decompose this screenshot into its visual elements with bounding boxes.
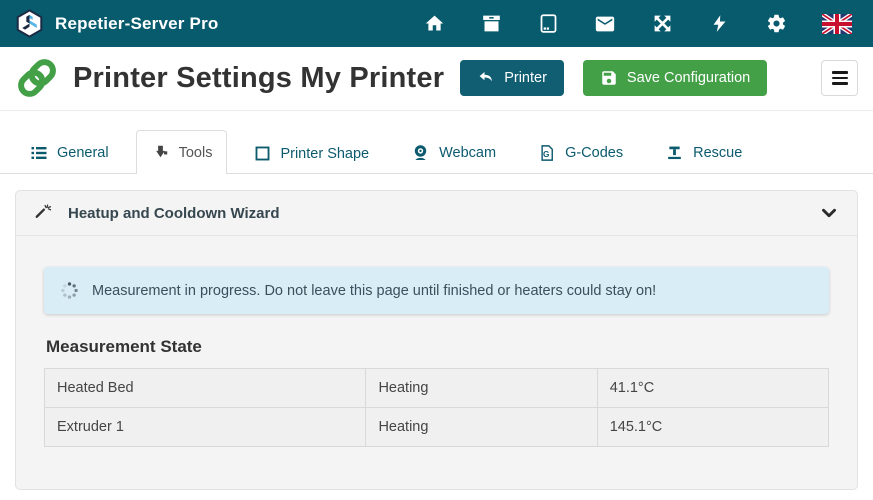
spinner-icon: [59, 280, 80, 301]
rescue-nozzle-icon: [665, 143, 684, 162]
square-outline-icon: [254, 145, 271, 162]
panel-title: Heatup and Cooldown Wizard: [68, 205, 280, 222]
panel-header[interactable]: Heatup and Cooldown Wizard: [16, 191, 857, 236]
state-cell: Heating: [366, 369, 597, 408]
magic-wand-icon: [33, 203, 53, 223]
save-icon: [600, 69, 618, 87]
tab-g-codes-label: G-Codes: [565, 145, 623, 161]
tab-rescue[interactable]: Rescue: [650, 130, 757, 174]
tab-general[interactable]: General: [15, 131, 124, 174]
table-row: Extruder 1 Heating 145.1°C: [45, 408, 829, 447]
measurement-state-heading: Measurement State: [46, 337, 829, 357]
printer-button-label: Printer: [504, 70, 547, 86]
page-header: Printer Settings My Printer Printer Save…: [0, 47, 873, 111]
extruder-icon: [151, 143, 170, 162]
alert-text: Measurement in progress. Do not leave th…: [92, 283, 656, 299]
mail-icon[interactable]: [594, 13, 616, 35]
temperature-cell: 41.1°C: [597, 369, 828, 408]
state-cell: Heating: [366, 408, 597, 447]
device-cell: Heated Bed: [45, 369, 366, 408]
brand-link[interactable]: Repetier-Server Pro: [15, 9, 218, 38]
page-title: Printer Settings My Printer: [73, 62, 444, 95]
measurement-progress-alert: Measurement in progress. Do not leave th…: [44, 267, 829, 314]
tab-tools-label: Tools: [179, 145, 213, 161]
measurement-state-table: Heated Bed Heating 41.1°C Extruder 1 Hea…: [44, 368, 829, 447]
save-configuration-button[interactable]: Save Configuration: [583, 60, 767, 96]
tablet-icon[interactable]: [537, 13, 559, 35]
hamburger-icon: [832, 71, 848, 74]
repetier-logo-icon: [15, 9, 44, 38]
tab-printer-shape[interactable]: Printer Shape: [239, 132, 384, 174]
bolt-icon[interactable]: [708, 13, 730, 35]
back-arrow-icon: [477, 69, 495, 87]
navbar-icon-group: [423, 13, 858, 35]
tab-webcam[interactable]: Webcam: [396, 130, 511, 174]
archive-box-icon[interactable]: [480, 13, 502, 35]
panel-body: Measurement in progress. Do not leave th…: [16, 236, 857, 487]
chevron-down-icon[interactable]: [818, 202, 840, 224]
settings-tab-bar: General Tools Printer Shape Webcam: [0, 111, 873, 174]
tab-printer-shape-label: Printer Shape: [280, 146, 369, 162]
webcam-icon: [411, 143, 430, 162]
tab-tools[interactable]: Tools: [136, 130, 228, 174]
printer-button[interactable]: Printer: [460, 60, 564, 96]
language-flag-icon[interactable]: [822, 13, 852, 35]
list-icon: [30, 144, 48, 162]
device-cell: Extruder 1: [45, 408, 366, 447]
chain-link-icon: [15, 56, 59, 100]
overflow-menu-button[interactable]: [821, 60, 858, 96]
temperature-cell: 145.1°C: [597, 408, 828, 447]
svg-text:G: G: [543, 150, 549, 159]
tab-webcam-label: Webcam: [439, 145, 496, 161]
brand-name: Repetier-Server Pro: [55, 14, 218, 34]
tab-rescue-label: Rescue: [693, 145, 742, 161]
expand-arrows-icon[interactable]: [651, 13, 673, 35]
save-button-label: Save Configuration: [627, 70, 750, 86]
tab-general-label: General: [57, 145, 109, 161]
table-row: Heated Bed Heating 41.1°C: [45, 369, 829, 408]
heatup-wizard-panel: Heatup and Cooldown Wizard: [15, 190, 858, 490]
home-icon[interactable]: [423, 13, 445, 35]
top-navbar: Repetier-Server Pro: [0, 0, 873, 47]
gcode-file-icon: G: [538, 144, 556, 162]
tab-g-codes[interactable]: G G-Codes: [523, 131, 638, 174]
gear-icon[interactable]: [765, 13, 787, 35]
page: Repetier-Server Pro: [0, 0, 873, 500]
